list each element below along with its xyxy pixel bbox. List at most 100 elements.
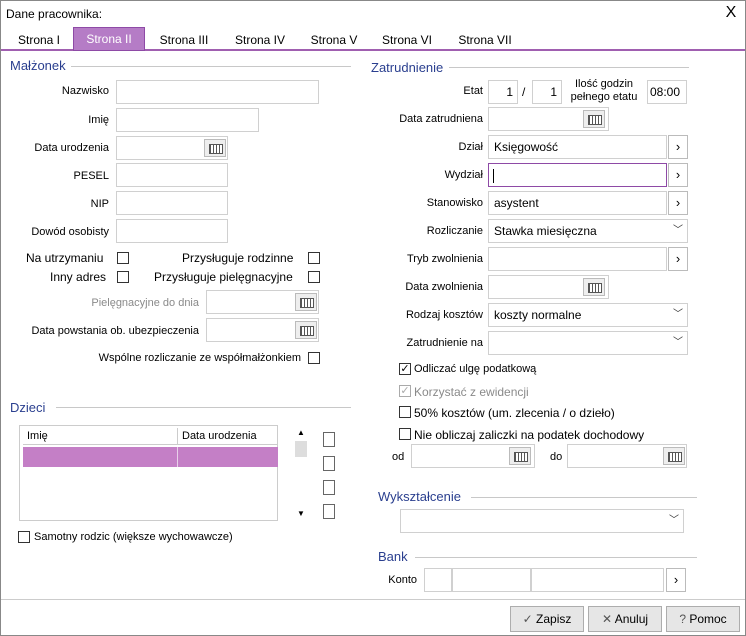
chevron-right-icon[interactable]: ›: [668, 163, 688, 187]
text-cursor: [493, 168, 494, 183]
etat-numerator-input[interactable]: 1: [488, 80, 518, 104]
close-icon[interactable]: X: [721, 3, 741, 23]
label-ilosc-godzin-line2: pełnego etatu: [570, 91, 638, 103]
rodzaj-kosztow-value: koszty normalne: [494, 308, 582, 322]
dialog-window: Dane pracownika: X Strona I Strona II St…: [0, 0, 746, 636]
konto-part-3-input[interactable]: [531, 568, 664, 592]
scroll-thumb[interactable]: [295, 441, 307, 457]
save-button[interactable]: ✓ Zapisz: [510, 606, 584, 632]
calendar-icon[interactable]: [295, 293, 317, 311]
label-data-powstania: Data powstania ob. ubezpieczenia: [31, 325, 199, 337]
imie-input[interactable]: [116, 108, 259, 132]
search-document-icon[interactable]: [321, 431, 337, 449]
tab-strona-4[interactable]: Strona IV: [227, 29, 293, 51]
label-wspolne-rozliczanie: Wspólne rozliczanie ze współmałżonkiem: [98, 352, 301, 364]
calendar-icon[interactable]: [583, 278, 605, 296]
konto-part-1-input[interactable]: [424, 568, 452, 592]
section-malzonek: Małżonek: [10, 58, 66, 73]
calendar-icon[interactable]: [509, 447, 531, 465]
label-data-zwolnienia: Data zwolnienia: [405, 281, 483, 293]
stanowisko-input[interactable]: asystent: [488, 191, 667, 215]
label-tryb-zwolnienia: Tryb zwolnienia: [406, 253, 483, 265]
nie-obliczaj-checkbox[interactable]: [399, 428, 411, 440]
add-document-icon[interactable]: [321, 455, 337, 473]
edit-document-icon[interactable]: [321, 479, 337, 497]
section-dzieci: Dzieci: [10, 400, 46, 415]
label-inny-adres: Inny adres: [50, 270, 107, 284]
chevron-right-icon[interactable]: ›: [668, 135, 688, 159]
cancel-button-label: Anuluj: [614, 612, 649, 626]
help-button[interactable]: ? Pomoc: [666, 606, 740, 632]
label-stanowisko: Stanowisko: [426, 197, 483, 209]
label-od: od: [392, 451, 405, 463]
label-nazwisko: Nazwisko: [61, 85, 109, 97]
rozliczanie-value: Stawka miesięczna: [494, 224, 597, 238]
label-data-urodzenia: Data urodzenia: [34, 142, 109, 154]
calendar-icon[interactable]: [204, 139, 226, 157]
przysluguje-pielegnacyjne-checkbox[interactable]: [308, 271, 320, 283]
odliczac-ulge-checkbox[interactable]: ✓: [399, 363, 411, 375]
scroll-down-icon[interactable]: ▼: [297, 509, 305, 518]
dzial-input[interactable]: Księgowość: [488, 135, 667, 159]
tab-strona-1[interactable]: Strona I: [9, 29, 69, 51]
nazwisko-input[interactable]: [116, 80, 319, 104]
chevron-right-icon[interactable]: ›: [666, 568, 686, 592]
dowod-input[interactable]: [116, 219, 228, 243]
label-przysluguje-pielegnacyjne: Przysługuje pielęgnacyjne: [154, 270, 293, 284]
table-scrollbar[interactable]: ▲ ▼: [294, 425, 308, 521]
chevron-down-icon[interactable]: ﹀: [673, 220, 683, 242]
tab-strona-2[interactable]: Strona II: [73, 27, 145, 51]
label-na-utrzymaniu: Na utrzymaniu: [26, 251, 104, 265]
zatrudnienie-na-select[interactable]: ﹀: [488, 331, 688, 355]
label-koszty-50: 50% kosztów (um. zlecenia / o dzieło): [414, 406, 615, 420]
column-header-data-urodzenia[interactable]: Data urodzenia: [177, 428, 277, 445]
rozliczanie-select[interactable]: Stawka miesięczna ﹀: [488, 219, 688, 243]
etat-denominator-input[interactable]: 1: [532, 80, 562, 104]
chevron-down-icon[interactable]: ﹀: [669, 510, 679, 532]
tab-strona-7[interactable]: Strona VII: [451, 29, 519, 51]
label-do: do: [550, 451, 563, 463]
wyksztalcenie-select[interactable]: ﹀: [400, 509, 684, 533]
label-etat: Etat: [463, 85, 483, 97]
divider: [56, 407, 351, 408]
tryb-zwolnienia-input[interactable]: [488, 247, 667, 271]
delete-document-icon[interactable]: [321, 503, 337, 521]
save-button-label: Zapisz: [536, 612, 572, 626]
inny-adres-checkbox[interactable]: [117, 271, 129, 283]
rodzaj-kosztow-select[interactable]: koszty normalne ﹀: [488, 303, 688, 327]
calendar-icon[interactable]: [295, 321, 317, 339]
label-konto: Konto: [388, 574, 417, 586]
chevron-right-icon[interactable]: ›: [668, 247, 688, 271]
etat-separator: /: [522, 85, 526, 99]
scroll-up-icon[interactable]: ▲: [297, 428, 305, 437]
label-nie-obliczaj: Nie obliczaj zaliczki na podatek dochodo…: [414, 428, 645, 442]
wydzial-input[interactable]: [488, 163, 667, 187]
column-header-imie[interactable]: Imię: [23, 428, 180, 445]
tab-strona-5[interactable]: Strona V: [303, 29, 365, 51]
dzieci-table[interactable]: Imię Data urodzenia: [19, 425, 278, 521]
cancel-button[interactable]: ✕ Anuluj: [588, 606, 662, 632]
label-przysluguje-rodzinne: Przysługuje rodzinne: [182, 251, 294, 265]
tab-strona-3[interactable]: Strona III: [151, 29, 217, 51]
tab-strona-6[interactable]: Strona VI: [375, 29, 439, 51]
section-bank: Bank: [378, 549, 408, 564]
korzystac-z-ewidencji-checkbox[interactable]: ✓: [399, 385, 411, 397]
wspolne-rozliczanie-checkbox[interactable]: [308, 352, 320, 364]
chevron-down-icon[interactable]: ﹀: [673, 304, 683, 326]
calendar-icon[interactable]: [583, 110, 605, 128]
koszty-50-checkbox[interactable]: [399, 406, 411, 418]
table-row[interactable]: [23, 447, 278, 467]
godziny-input[interactable]: 08:00: [647, 80, 687, 104]
samotny-rodzic-checkbox[interactable]: [18, 531, 30, 543]
chevron-down-icon[interactable]: ﹀: [673, 332, 683, 354]
przysluguje-rodzinne-checkbox[interactable]: [308, 252, 320, 264]
konto-part-2-input[interactable]: [452, 568, 531, 592]
divider: [471, 497, 697, 498]
nip-input[interactable]: [116, 191, 228, 215]
label-rozliczanie: Rozliczanie: [426, 225, 483, 237]
calendar-icon[interactable]: [663, 447, 685, 465]
pesel-input[interactable]: [116, 163, 228, 187]
chevron-right-icon[interactable]: ›: [668, 191, 688, 215]
x-icon: ✕: [601, 612, 615, 626]
na-utrzymaniu-checkbox[interactable]: [117, 252, 129, 264]
